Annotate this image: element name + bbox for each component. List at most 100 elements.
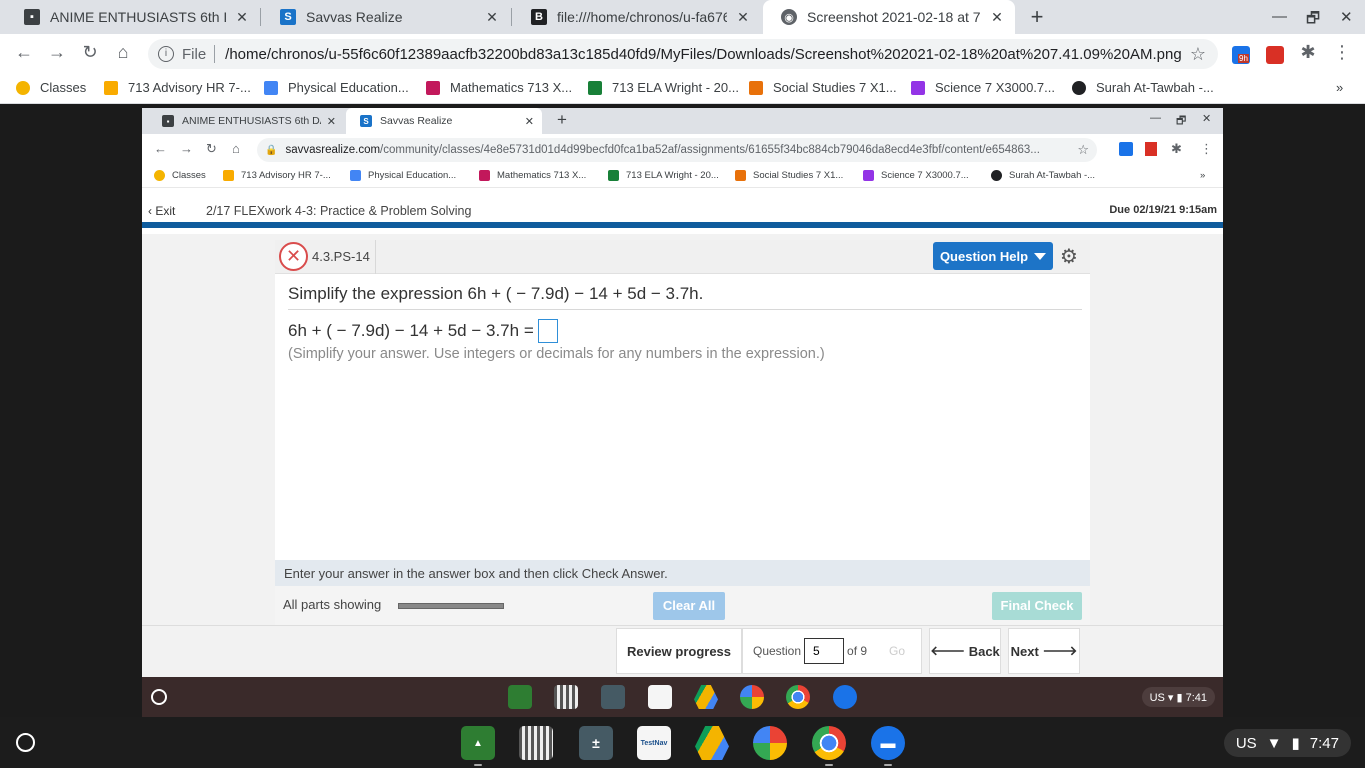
address-scheme: File bbox=[182, 45, 207, 63]
restore-icon: 🗗 bbox=[1176, 115, 1187, 127]
bookmark-label: Mathematics 713 X... bbox=[450, 80, 573, 95]
close-icon[interactable]: ✕ bbox=[484, 9, 500, 26]
caret-down-icon bbox=[1034, 252, 1047, 260]
photos-icon bbox=[740, 685, 764, 709]
bookmark-social-studies: Social Studies 7 X1... bbox=[735, 170, 843, 181]
outer-toolbar: ← → ↻ ⌂ i File /home/chronos/u-55f6c60f1… bbox=[0, 34, 1365, 74]
restore-icon[interactable]: 🗗 bbox=[1306, 8, 1320, 33]
expression-line: 6h + ( − 7.9d) − 14 + 5d − 3.7h = bbox=[288, 319, 558, 343]
bookmark-extension-icon[interactable] bbox=[1266, 46, 1284, 64]
photos-icon[interactable] bbox=[753, 726, 787, 760]
question-total: of 9 bbox=[847, 644, 868, 658]
calculator-alt-icon bbox=[601, 685, 625, 709]
bookmarks-overflow-icon[interactable]: » bbox=[1336, 80, 1343, 95]
classroom-icon bbox=[508, 685, 532, 709]
forward-arrow-icon[interactable]: → bbox=[45, 42, 69, 63]
close-icon[interactable]: ✕ bbox=[735, 9, 751, 26]
parts-bar: All parts showing Clear All Final Check bbox=[275, 586, 1090, 625]
question-header: ✕ 4.3.PS-14 Question Help ⚙ bbox=[275, 240, 1090, 274]
tab-savvas-realize[interactable]: S Savvas Realize ✕ bbox=[262, 0, 510, 34]
keyboard-locale: US bbox=[1235, 734, 1257, 752]
launcher-button[interactable] bbox=[16, 733, 35, 752]
testnav-icon[interactable]: TestNav bbox=[637, 726, 671, 760]
calculator-icon bbox=[554, 685, 578, 709]
screenshot-image: ▪ ANIME ENTHUSIASTS 6th DAY 2 ✕ S Savvas… bbox=[142, 108, 1223, 717]
tab-screenshot[interactable]: ◉ Screenshot 2021-02-18 at 7.41.0 ✕ bbox=[763, 0, 1015, 34]
back-button: 🡐 Back bbox=[929, 628, 1001, 674]
address-bar[interactable]: i File /home/chronos/u-55f6c60f12389aacf… bbox=[148, 39, 1218, 69]
bookmark-label: 713 Advisory HR 7-... bbox=[128, 80, 251, 95]
puzzle-extensions-icon[interactable]: ✱ bbox=[1296, 42, 1320, 63]
files-icon[interactable]: ▬ bbox=[871, 726, 905, 766]
status-tray[interactable]: US ▼ ▮ 7:47 bbox=[1223, 729, 1351, 757]
tab-separator bbox=[511, 8, 512, 26]
exit-button: ‹ Exit bbox=[148, 204, 176, 218]
bookmark-social-studies[interactable]: Social Studies 7 X1... bbox=[749, 80, 897, 95]
classroom-icon[interactable]: ▲ bbox=[461, 726, 495, 766]
bookmark-physical-education: Physical Education... bbox=[350, 170, 456, 181]
forward-arrow-icon: → bbox=[180, 141, 193, 156]
extension-icon[interactable]: 9h bbox=[1232, 46, 1250, 64]
calculator-icon[interactable] bbox=[519, 726, 553, 760]
parts-progress-fill bbox=[399, 604, 503, 608]
bookmark-advisory[interactable]: 713 Advisory HR 7-... bbox=[104, 80, 251, 95]
clock: 7:47 bbox=[1309, 734, 1339, 752]
exit-label: Exit bbox=[155, 204, 176, 218]
assignment-title: 2/17 FLEXwork 4-3: Practice & Problem So… bbox=[206, 204, 472, 218]
bookmark-physical-education[interactable]: Physical Education... bbox=[264, 80, 409, 95]
classroom-icon bbox=[588, 80, 602, 95]
inner-tab-anime: ▪ ANIME ENTHUSIASTS 6th DAY 2 ✕ bbox=[148, 108, 344, 134]
classroom-icon: ▪ bbox=[162, 115, 174, 127]
close-icon[interactable]: ✕ bbox=[989, 9, 1005, 26]
divider bbox=[288, 309, 1082, 310]
outer-tab-bar: ▪ ANIME ENTHUSIASTS 6th DAY 2 ✕ S Savvas… bbox=[0, 0, 1365, 34]
savvas-icon: S bbox=[280, 9, 296, 25]
classroom-icon bbox=[223, 170, 234, 181]
reload-icon[interactable]: ↻ bbox=[78, 42, 102, 63]
home-icon[interactable]: ⌂ bbox=[111, 42, 135, 63]
pinwheel-icon bbox=[154, 170, 165, 181]
bookmark-label: 713 Advisory HR 7-... bbox=[241, 170, 331, 181]
question-help-label: Question Help bbox=[939, 248, 1029, 264]
divider bbox=[375, 240, 376, 274]
pinwheel-icon bbox=[16, 80, 30, 95]
go-button: Go bbox=[889, 644, 906, 658]
tab-file[interactable]: B file:///home/chronos/u-fa676ffc0 ✕ bbox=[513, 0, 761, 34]
expression-text: 6h + ( − 7.9d) − 14 + 5d − 3.7h = bbox=[288, 321, 534, 340]
question-help-button: Question Help bbox=[933, 242, 1053, 270]
close-icon[interactable]: ✕ bbox=[234, 9, 250, 26]
tab-separator bbox=[260, 8, 261, 26]
bookmark-star-icon: ☆ bbox=[1077, 142, 1089, 157]
classroom-icon bbox=[104, 80, 118, 95]
classroom-icon bbox=[426, 80, 440, 95]
bookmark-label: Science 7 X3000.7... bbox=[881, 170, 969, 181]
calculator-alt-icon[interactable]: ± bbox=[579, 726, 613, 760]
bookmark-surah[interactable]: Surah At-Tawbah -... bbox=[1072, 80, 1214, 95]
drive-icon[interactable] bbox=[695, 726, 729, 760]
info-icon[interactable]: i bbox=[158, 46, 174, 62]
bookmark-ela[interactable]: 713 ELA Wright - 20... bbox=[588, 80, 739, 95]
testnav-icon bbox=[648, 685, 672, 709]
new-tab-button[interactable]: + bbox=[1024, 4, 1050, 30]
chrome-icon[interactable] bbox=[812, 726, 846, 766]
bookmark-ela: 713 ELA Wright - 20... bbox=[608, 170, 719, 181]
x-circle-icon: ✕ bbox=[279, 242, 308, 271]
tab-anime-enthusiasts[interactable]: ▪ ANIME ENTHUSIASTS 6th DAY 2 ✕ bbox=[6, 0, 260, 34]
bookmark-star-icon[interactable]: ☆ bbox=[1190, 44, 1206, 65]
inner-shelf: US ▾ ▮ 7:41 bbox=[142, 677, 1223, 717]
tab-title: file:///home/chronos/u-fa676ffc0 bbox=[557, 9, 727, 25]
classroom-icon bbox=[749, 80, 763, 95]
inner-tab-bar: ▪ ANIME ENTHUSIASTS 6th DAY 2 ✕ S Savvas… bbox=[142, 108, 1223, 134]
window-close-icon[interactable]: ✕ bbox=[1340, 8, 1353, 26]
circle-logo-icon bbox=[1072, 80, 1086, 95]
bookmark-classes[interactable]: Classes bbox=[16, 80, 86, 95]
bookmark-science[interactable]: Science 7 X3000.7... bbox=[911, 80, 1055, 95]
minimize-icon[interactable]: — bbox=[1272, 8, 1287, 25]
tab-title: Screenshot 2021-02-18 at 7.41.0 bbox=[807, 9, 981, 25]
next-button: Next 🡒 bbox=[1008, 628, 1080, 674]
menu-kebab-icon[interactable]: ⋮ bbox=[1330, 42, 1354, 63]
tab-title: Savvas Realize bbox=[380, 115, 453, 127]
back-arrow-icon[interactable]: ← bbox=[12, 42, 36, 63]
bookmark-mathematics[interactable]: Mathematics 713 X... bbox=[426, 80, 572, 95]
final-check-button: Final Check bbox=[992, 592, 1082, 620]
